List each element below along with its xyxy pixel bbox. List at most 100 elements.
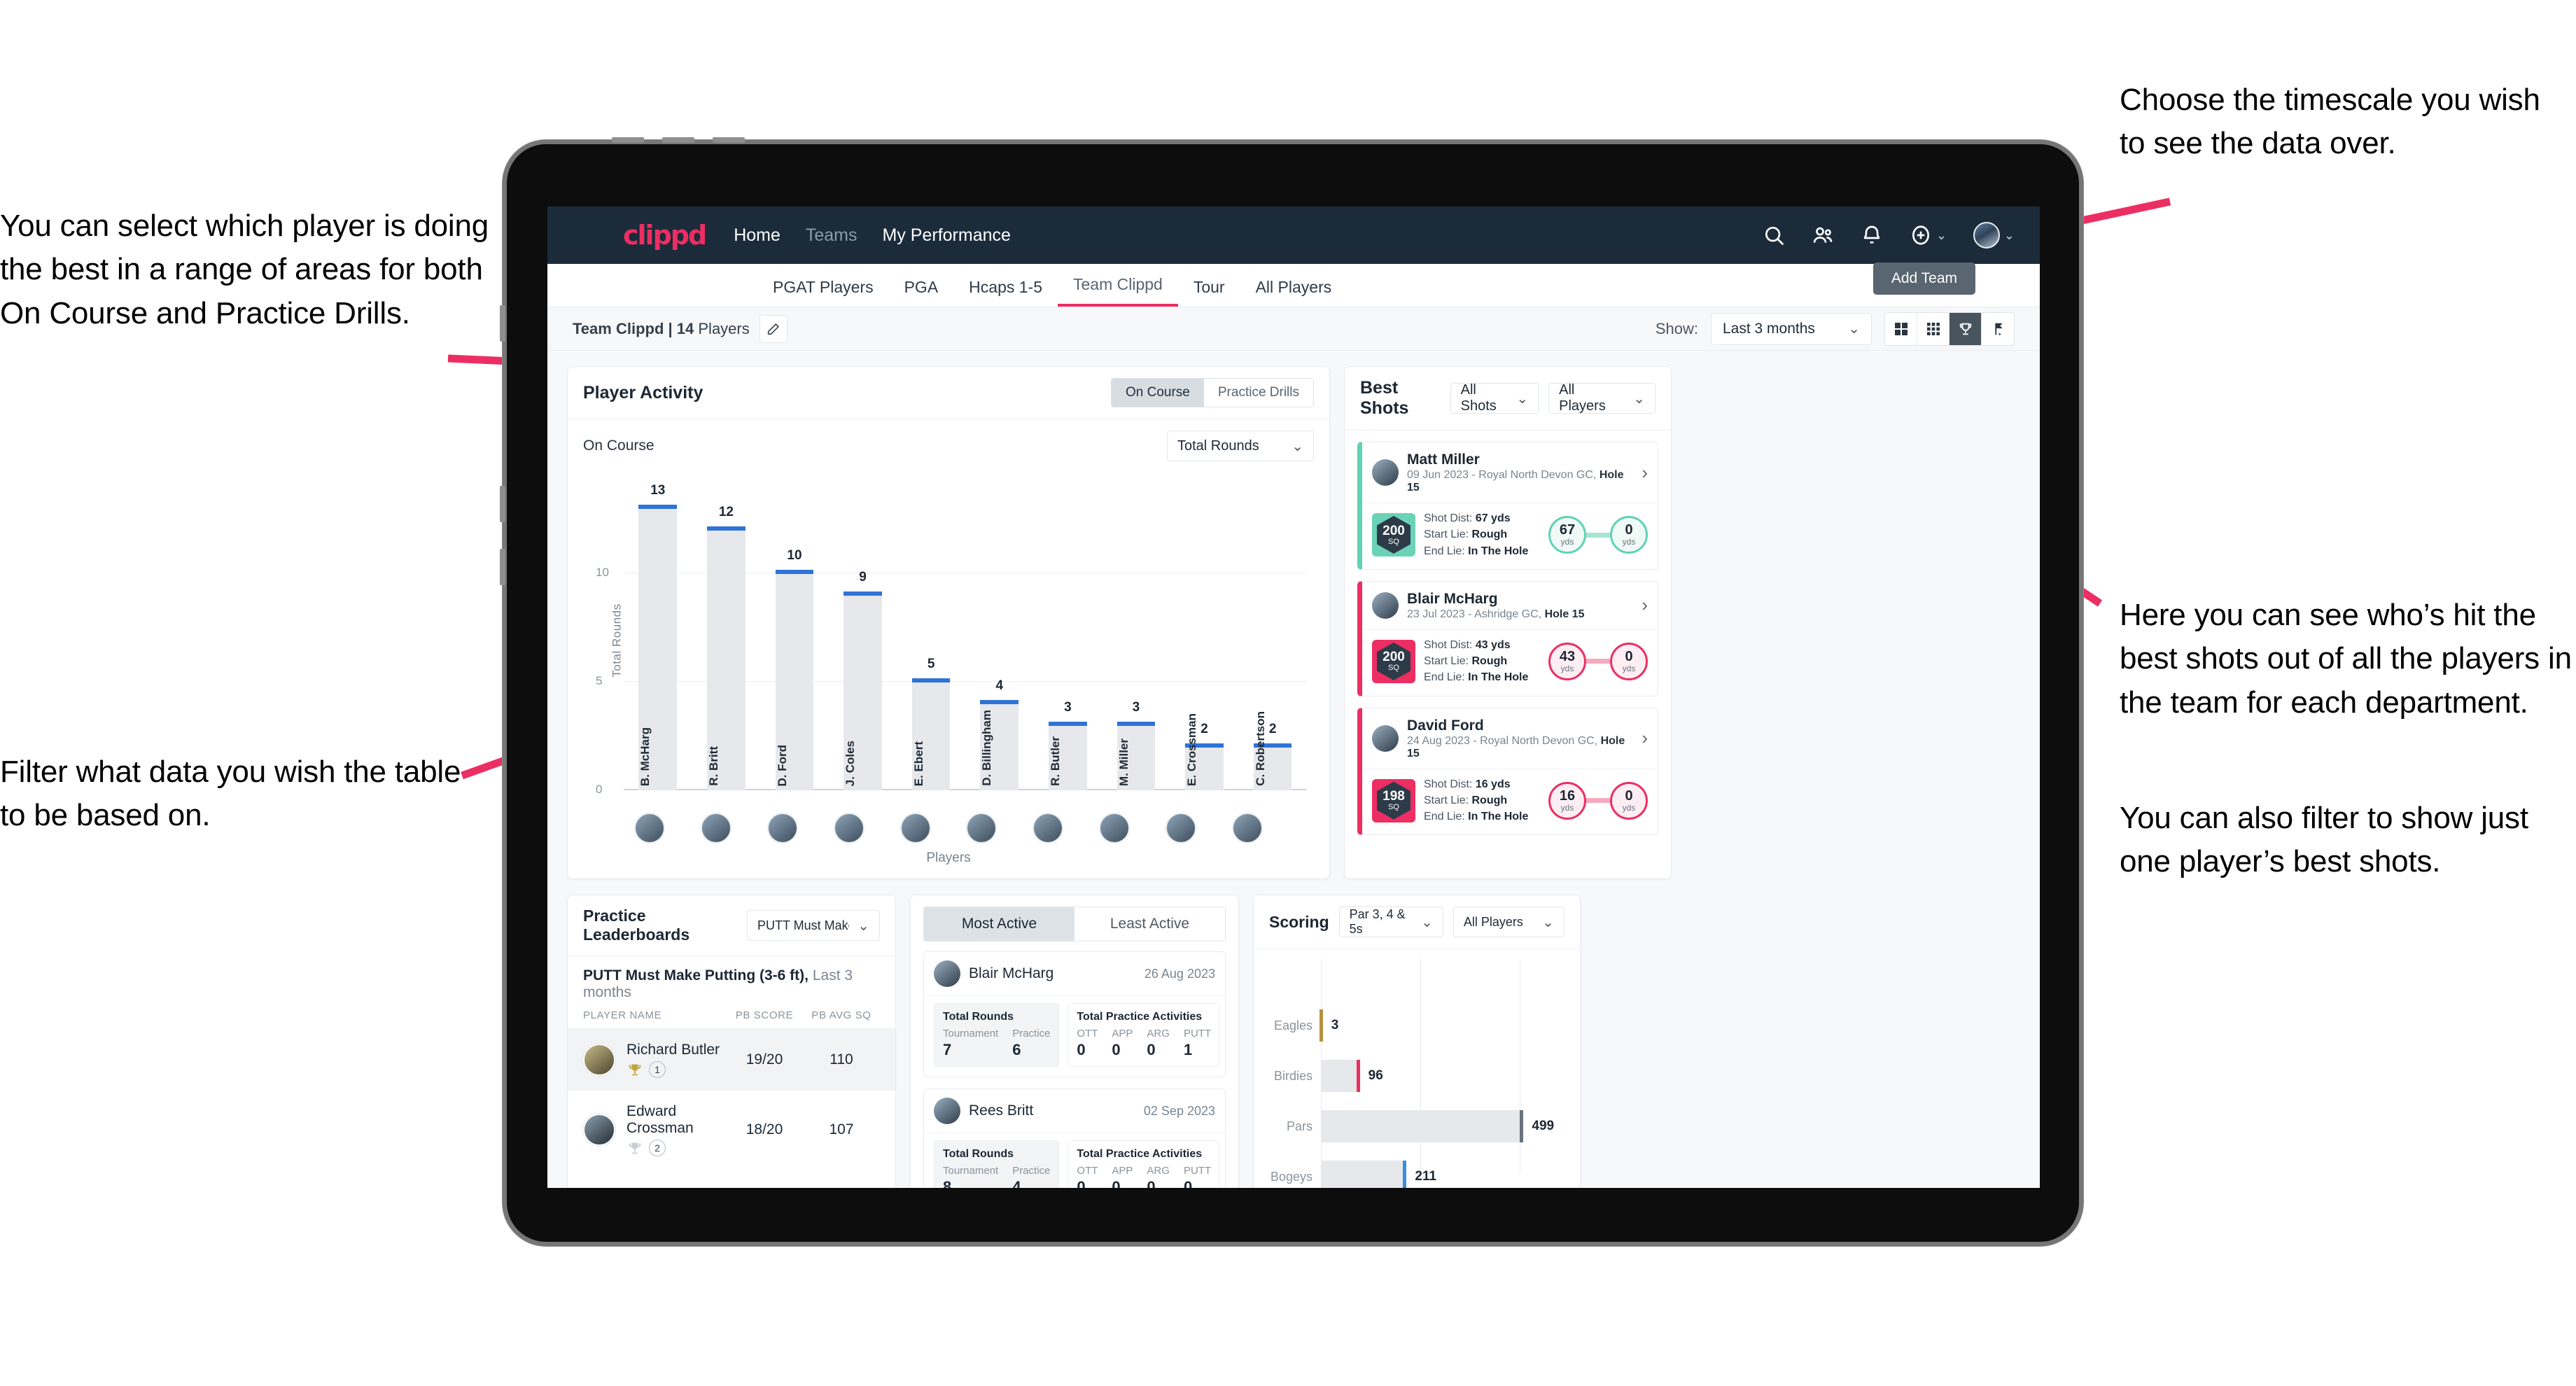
- nav-link-my-performance[interactable]: My Performance: [883, 225, 1011, 246]
- edit-team-button[interactable]: [759, 314, 788, 343]
- best-shot-card[interactable]: Blair McHarg 23 Jul 2023 - Ashridge GC, H…: [1357, 580, 1658, 696]
- team-title: Team Clippd | 14 Players: [573, 320, 750, 338]
- scoring-category-label: Eagles: [1273, 1018, 1312, 1032]
- profile-menu[interactable]: ⌄: [1973, 222, 2015, 248]
- nav-link-teams[interactable]: Teams: [806, 225, 858, 246]
- chart-bar-group[interactable]: 3 R. Butler: [1034, 486, 1102, 790]
- plus-circle-icon[interactable]: [1910, 224, 1932, 246]
- stat-value: 1: [1183, 1041, 1193, 1058]
- scoring-bar: [1321, 1110, 1524, 1142]
- chevron-right-icon[interactable]: ›: [1642, 727, 1648, 749]
- chart-bar-group[interactable]: 5 E. Ebert: [897, 486, 965, 790]
- drill-select[interactable]: PUTT Must Make Putting ... ⌄: [747, 910, 880, 941]
- avatar[interactable]: [766, 813, 798, 844]
- chevron-right-icon[interactable]: ›: [1642, 594, 1648, 616]
- bar[interactable]: R. Britt: [707, 526, 746, 790]
- bar-cap: [911, 678, 951, 682]
- bar[interactable]: M. Miller: [1116, 722, 1156, 790]
- device-button: [500, 305, 505, 342]
- tab-least-active[interactable]: Least Active: [1074, 907, 1225, 941]
- tab-hcaps-1-5[interactable]: Hcaps 1-5: [953, 278, 1058, 307]
- scoring-player-filter[interactable]: All Players ⌄: [1452, 906, 1564, 937]
- view-grid-small-button[interactable]: [1917, 312, 1949, 345]
- best-shots-player-filter[interactable]: All Players ⌄: [1548, 382, 1656, 414]
- activity-player-card[interactable]: Blair McHarg 26 Aug 2023 Total Rounds Tourn…: [923, 951, 1226, 1077]
- metric-select[interactable]: Total Rounds ⌄: [1167, 430, 1314, 461]
- avatar[interactable]: [966, 813, 997, 844]
- people-icon[interactable]: [1812, 224, 1834, 246]
- shot-meta: 24 Aug 2023 - Royal North Devon GC, Hole…: [1407, 734, 1625, 760]
- player-name: Rees Britt: [969, 1102, 1034, 1119]
- best-shot-card[interactable]: Matt Miller 09 Jun 2023 - Royal North Dev…: [1357, 442, 1658, 570]
- tab-pga[interactable]: PGA: [889, 278, 954, 307]
- scoring-bar-row[interactable]: Birdies 96: [1269, 1060, 1564, 1092]
- player-name: Richard Butler: [626, 1042, 720, 1058]
- avatar[interactable]: [701, 813, 732, 844]
- avatar[interactable]: [634, 813, 666, 844]
- tab-team-clippd[interactable]: Team Clippd: [1058, 275, 1178, 307]
- chart-bar-group[interactable]: 12 R. Britt: [692, 486, 761, 790]
- bar[interactable]: D. Billingham: [980, 700, 1019, 790]
- badge-value: 200: [1382, 650, 1405, 665]
- chevron-right-icon[interactable]: ›: [1642, 462, 1648, 484]
- search-icon[interactable]: [1763, 224, 1785, 246]
- stat-key: ARG: [1147, 1165, 1170, 1177]
- avatar[interactable]: [1231, 813, 1263, 844]
- segment-practice-drills[interactable]: Practice Drills: [1203, 379, 1313, 407]
- bar[interactable]: E. Ebert: [911, 678, 951, 790]
- shot-distance: 16 yds: [1475, 778, 1511, 790]
- add-menu[interactable]: ⌄: [1910, 224, 1947, 246]
- bar[interactable]: C. Robertson: [1253, 711, 1292, 790]
- chart-bar-group[interactable]: 9 J. Coles: [829, 486, 897, 790]
- avatar[interactable]: [1032, 813, 1064, 844]
- tab-pgat-players[interactable]: PGAT Players: [757, 278, 889, 307]
- y-tick-10: 10: [596, 566, 609, 580]
- clippd-logo[interactable]: clippd: [623, 220, 707, 251]
- avatar[interactable]: [899, 813, 931, 844]
- chart-bar-group[interactable]: 2 C. Robertson: [1238, 486, 1307, 790]
- chart-bar-group[interactable]: 10 D. Ford: [760, 486, 829, 790]
- bar[interactable]: J. Coles: [844, 592, 882, 790]
- timescale-select[interactable]: Last 3 months ⌄: [1711, 312, 1872, 345]
- best-shots-shot-filter[interactable]: All Shots ⌄: [1450, 382, 1539, 414]
- scoring-bar-value: 96: [1368, 1068, 1383, 1083]
- best-shots-title: Best Shots: [1360, 378, 1409, 418]
- bar[interactable]: E. Crossman: [1185, 713, 1224, 790]
- add-team-button[interactable]: Add Team: [1872, 262, 1975, 295]
- scoring-bar-row[interactable]: Bogeys 211: [1269, 1161, 1564, 1188]
- avatar[interactable]: [1165, 813, 1196, 844]
- table-row[interactable]: Edward Crossman 2 18/20 107: [568, 1091, 895, 1169]
- chart-bar-group[interactable]: 2 E. Crossman: [1170, 486, 1239, 790]
- view-flag-button[interactable]: [1982, 312, 2014, 345]
- table-row[interactable]: Richard Butler 1 19/20 110: [568, 1029, 895, 1091]
- player-avatar-row: [568, 813, 1329, 844]
- tab-all-players[interactable]: All Players: [1240, 278, 1348, 307]
- bar[interactable]: B. McHarg: [638, 505, 678, 790]
- shot-quality-badge: 198 SQ: [1372, 778, 1415, 822]
- chart-bar-group[interactable]: 3 M. Miller: [1102, 486, 1170, 790]
- avatar[interactable]: [1098, 813, 1130, 844]
- chart-bar-group[interactable]: 13 B. McHarg: [624, 483, 692, 790]
- bell-icon[interactable]: [1861, 224, 1883, 246]
- chart-bar-group[interactable]: 4 D. Billingham: [965, 486, 1034, 790]
- tab-tour[interactable]: Tour: [1178, 278, 1240, 307]
- scoring-bar-row[interactable]: Pars 499: [1269, 1110, 1564, 1142]
- start-lie: Rough: [1471, 794, 1508, 807]
- view-grid-large-button[interactable]: [1885, 312, 1917, 345]
- annotation-right-top: Choose the timescale you wish to see the…: [2120, 83, 2540, 161]
- scoring-bar-row[interactable]: Eagles 3: [1269, 1009, 1564, 1042]
- view-trophy-button[interactable]: [1949, 312, 1982, 345]
- tab-most-active[interactable]: Most Active: [924, 907, 1074, 941]
- nav-link-home[interactable]: Home: [734, 225, 780, 246]
- activity-player-card[interactable]: Rees Britt 02 Sep 2023 Total Rounds Tournam…: [923, 1088, 1226, 1188]
- device-button: [612, 137, 644, 143]
- bar[interactable]: R. Butler: [1049, 722, 1087, 790]
- segment-on-course[interactable]: On Course: [1112, 379, 1204, 407]
- avatar[interactable]: [1973, 222, 2000, 248]
- best-shot-card[interactable]: David Ford 24 Aug 2023 - Royal North Devo…: [1357, 707, 1658, 836]
- bar[interactable]: D. Ford: [775, 570, 814, 790]
- par-filter[interactable]: Par 3, 4 & 5s ⌄: [1338, 906, 1443, 937]
- team-toolbar: Team Clippd | 14 Players Show: Last 3 mo…: [547, 307, 2040, 351]
- avatar[interactable]: [833, 813, 864, 844]
- grid-small-icon: [1926, 322, 1940, 335]
